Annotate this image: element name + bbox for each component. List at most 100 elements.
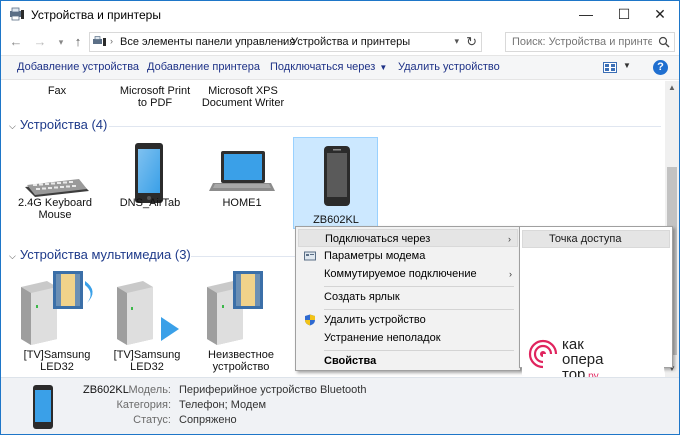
- media-device-samsung-1[interactable]: [TV]Samsung LED32: [15, 267, 103, 375]
- up-arrow-icon[interactable]: ↑: [69, 33, 87, 51]
- back-arrow-icon[interactable]: ←: [7, 33, 25, 51]
- device-label: [TV]Samsung LED32: [99, 349, 195, 373]
- breadcrumb-separator-icon[interactable]: ›: [282, 36, 285, 46]
- item-label-line: 2.4G Keyboard: [18, 197, 92, 209]
- submenu-arrow-icon: ›: [508, 234, 511, 244]
- menu-item-label: Коммутируемое подключение: [324, 268, 477, 280]
- menu-item-label: Параметры модема: [324, 250, 426, 262]
- printer-fax[interactable]: Fax: [9, 85, 105, 97]
- breadcrumb-devices-printers[interactable]: Устройства и принтеры: [291, 36, 410, 48]
- media-device-unknown[interactable]: Неизвестное устройство: [197, 267, 289, 375]
- menu-item-label: Удалить устройство: [324, 314, 426, 326]
- menu-item-modem-settings[interactable]: Параметры модема: [298, 247, 518, 265]
- item-label-line: DNS_AirTab: [119, 197, 181, 209]
- help-icon[interactable]: ?: [653, 60, 668, 75]
- media-server-icon: [117, 281, 179, 345]
- menu-item-remove-device[interactable]: Удалить устройство: [298, 311, 518, 329]
- title-bar: Устройства и принтеры — ☐ ✕: [1, 1, 679, 29]
- window-title: Устройства и принтеры: [31, 8, 161, 22]
- search-input[interactable]: [512, 35, 652, 49]
- phone-icon: [324, 146, 350, 206]
- item-label-line: [TV]Samsung: [23, 349, 91, 361]
- menu-item-troubleshoot[interactable]: Устранение неполадок: [298, 329, 518, 347]
- command-bar: Добавление устройства Добавление принтер…: [1, 55, 679, 80]
- maximize-button[interactable]: ☐: [607, 1, 641, 29]
- add-printer-button[interactable]: Добавление принтера: [147, 61, 260, 73]
- add-device-button[interactable]: Добавление устройства: [17, 61, 139, 73]
- device-label: Неизвестное устройство: [193, 349, 289, 373]
- group-title: Устройства мультимедиа (3): [19, 247, 191, 262]
- menu-item-label: Устранение неполадок: [324, 332, 441, 344]
- device-dns-airtab[interactable]: DNS_AirTab: [109, 135, 191, 223]
- search-box[interactable]: [505, 32, 675, 52]
- forward-arrow-icon[interactable]: →: [31, 33, 49, 51]
- details-category-key: Категория:: [116, 399, 171, 411]
- laptop-icon: [209, 151, 275, 191]
- details-category-value: Телефон; Модем: [179, 399, 267, 411]
- menu-item-label: Свойства: [324, 355, 377, 367]
- phone-thumbnail-icon: [33, 385, 53, 429]
- connect-via-label: Подключаться через: [270, 61, 376, 73]
- group-title: Устройства (4): [19, 117, 108, 132]
- breadcrumb-control-panel[interactable]: Все элементы панели управления: [120, 36, 295, 48]
- item-label-line: Microsoft Print: [119, 85, 191, 97]
- devices-printers-icon: [10, 7, 24, 21]
- item-label-line: to PDF: [137, 97, 173, 109]
- menu-item-properties[interactable]: Свойства: [298, 352, 518, 370]
- control-panel-icon: [93, 36, 106, 46]
- submenu-arrow-icon: ›: [509, 269, 512, 279]
- menu-item-create-shortcut[interactable]: Создать ярлык: [298, 288, 518, 306]
- device-label: [TV]Samsung LED32: [9, 349, 105, 373]
- printer-ms-print-to-pdf[interactable]: Microsoft Print to PDF: [107, 85, 203, 109]
- remove-device-button[interactable]: Удалить устройство: [398, 61, 500, 73]
- breadcrumb-separator-icon[interactable]: ›: [110, 36, 113, 46]
- menu-item-dial-up[interactable]: Коммутируемое подключение ›: [298, 265, 518, 283]
- watermark-logo: как опера тор.ру: [522, 331, 664, 382]
- address-row: ← → ▾ ↑ › Все элементы панели управления…: [1, 29, 679, 55]
- item-label-line: LED32: [130, 361, 164, 373]
- refresh-icon[interactable]: ↻: [466, 34, 477, 50]
- group-header-multimedia[interactable]: ⌵ Устройства мультимедиа (3): [9, 247, 191, 262]
- address-bar[interactable]: › Все элементы панели управления › Устро…: [89, 32, 482, 52]
- device-keyboard-mouse[interactable]: 2.4G Keyboard Mouse: [15, 135, 97, 223]
- menu-item-label: Подключаться через: [325, 233, 431, 245]
- uac-shield-icon: [305, 314, 315, 326]
- collapse-chevron-icon: ⌵: [9, 121, 16, 131]
- context-menu: Подключаться через › Параметры модема Ко…: [295, 226, 521, 371]
- menu-separator: [324, 286, 514, 287]
- keyboard-icon: [25, 179, 89, 197]
- search-icon[interactable]: [658, 36, 670, 48]
- item-label-line: ZB602KL: [313, 214, 359, 226]
- item-label-line: устройство: [212, 361, 270, 373]
- media-device-samsung-2[interactable]: [TV]Samsung LED32: [107, 267, 195, 375]
- device-label: DNS_AirTab: [102, 197, 198, 209]
- item-label-line: Microsoft XPS: [208, 85, 278, 97]
- details-model-value: Периферийное устройство Bluetooth: [179, 384, 367, 396]
- broadcast-logo-icon: [528, 339, 559, 370]
- menu-separator: [324, 309, 514, 310]
- details-status-value: Сопряжено: [179, 414, 237, 426]
- close-button[interactable]: ✕: [643, 1, 677, 29]
- device-home1[interactable]: HOME1: [201, 135, 283, 223]
- group-divider: [191, 256, 295, 257]
- watermark-line: как: [562, 336, 584, 353]
- details-status-key: Статус:: [133, 414, 171, 426]
- menu-item-label: Создать ярлык: [324, 291, 400, 303]
- connect-via-button[interactable]: Подключаться через ▼: [270, 61, 387, 73]
- submenu-item-access-point[interactable]: Точка доступа: [522, 230, 670, 248]
- minimize-button[interactable]: —: [569, 1, 603, 29]
- address-dropdown-icon[interactable]: ▾: [454, 36, 459, 47]
- scroll-up-arrow-icon[interactable]: ▲: [668, 83, 676, 92]
- devices-and-printers-window: Устройства и принтеры — ☐ ✕ ← → ▾ ↑ › Вс…: [0, 0, 680, 435]
- item-label-line: Mouse: [38, 209, 72, 221]
- group-header-devices[interactable]: ⌵ Устройства (4): [9, 117, 107, 132]
- recent-locations-chevron-icon[interactable]: ▾: [52, 33, 70, 51]
- printer-ms-xps-writer[interactable]: Microsoft XPS Document Writer: [195, 85, 291, 109]
- device-zb602kl[interactable]: ZB602KL: [293, 137, 378, 229]
- view-options-chevron-icon[interactable]: ▼: [623, 61, 631, 70]
- menu-item-label: Точка доступа: [549, 233, 622, 245]
- change-view-icon[interactable]: [603, 62, 617, 73]
- menu-item-connect-via[interactable]: Подключаться через ›: [298, 229, 518, 247]
- item-label-line: HOME1: [222, 197, 262, 209]
- device-label: ZB602KL: [288, 214, 384, 226]
